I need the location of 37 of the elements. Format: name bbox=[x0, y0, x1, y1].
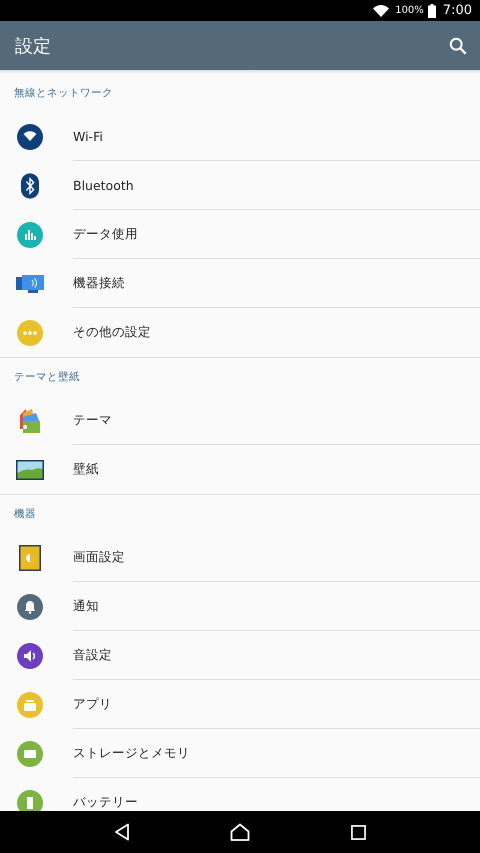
speaker-icon bbox=[16, 642, 42, 668]
screens-icon bbox=[16, 274, 44, 292]
palette-icon bbox=[18, 408, 42, 432]
section-header: 無線とネットワーク bbox=[14, 86, 113, 100]
setting-item[interactable]: 画面設定 bbox=[73, 549, 125, 566]
brightness-icon bbox=[18, 544, 40, 570]
recents-icon[interactable] bbox=[350, 824, 366, 840]
landscape-icon bbox=[16, 460, 44, 480]
search-icon[interactable] bbox=[449, 36, 467, 54]
section-header: テーマと壁紙 bbox=[14, 370, 80, 384]
battery-percent: 100% bbox=[395, 5, 424, 16]
setting-item[interactable]: データ使用 bbox=[73, 226, 138, 243]
setting-item[interactable]: 音設定 bbox=[73, 647, 112, 664]
back-icon[interactable] bbox=[114, 823, 130, 841]
bell-icon bbox=[16, 594, 42, 620]
setting-item[interactable]: ストレージとメモリ bbox=[73, 745, 190, 762]
battery-icon bbox=[428, 4, 436, 18]
setting-item[interactable]: その他の設定 bbox=[73, 324, 151, 341]
setting-item[interactable]: 機器接続 bbox=[73, 275, 125, 292]
clock: 7:00 bbox=[442, 3, 472, 18]
screen-title: 設定 bbox=[15, 34, 51, 58]
apps-icon bbox=[16, 692, 42, 718]
bluetooth-icon bbox=[20, 172, 38, 198]
wifi-icon bbox=[16, 124, 42, 150]
setting-item[interactable]: アプリ bbox=[73, 696, 112, 713]
setting-item[interactable]: テーマ bbox=[73, 412, 112, 429]
setting-item[interactable]: Bluetooth bbox=[73, 178, 134, 193]
battery-setting-icon bbox=[16, 790, 42, 811]
more-icon bbox=[16, 320, 42, 346]
bar-chart-icon bbox=[16, 222, 42, 248]
wifi-signal-icon bbox=[373, 4, 390, 16]
home-icon[interactable] bbox=[230, 823, 250, 841]
setting-item[interactable]: バッテリー bbox=[73, 794, 138, 811]
section-header: 機器 bbox=[14, 507, 36, 521]
setting-item[interactable]: 壁紙 bbox=[73, 461, 99, 478]
setting-item[interactable]: 通知 bbox=[73, 598, 99, 615]
setting-item[interactable]: Wi-Fi bbox=[73, 129, 103, 144]
